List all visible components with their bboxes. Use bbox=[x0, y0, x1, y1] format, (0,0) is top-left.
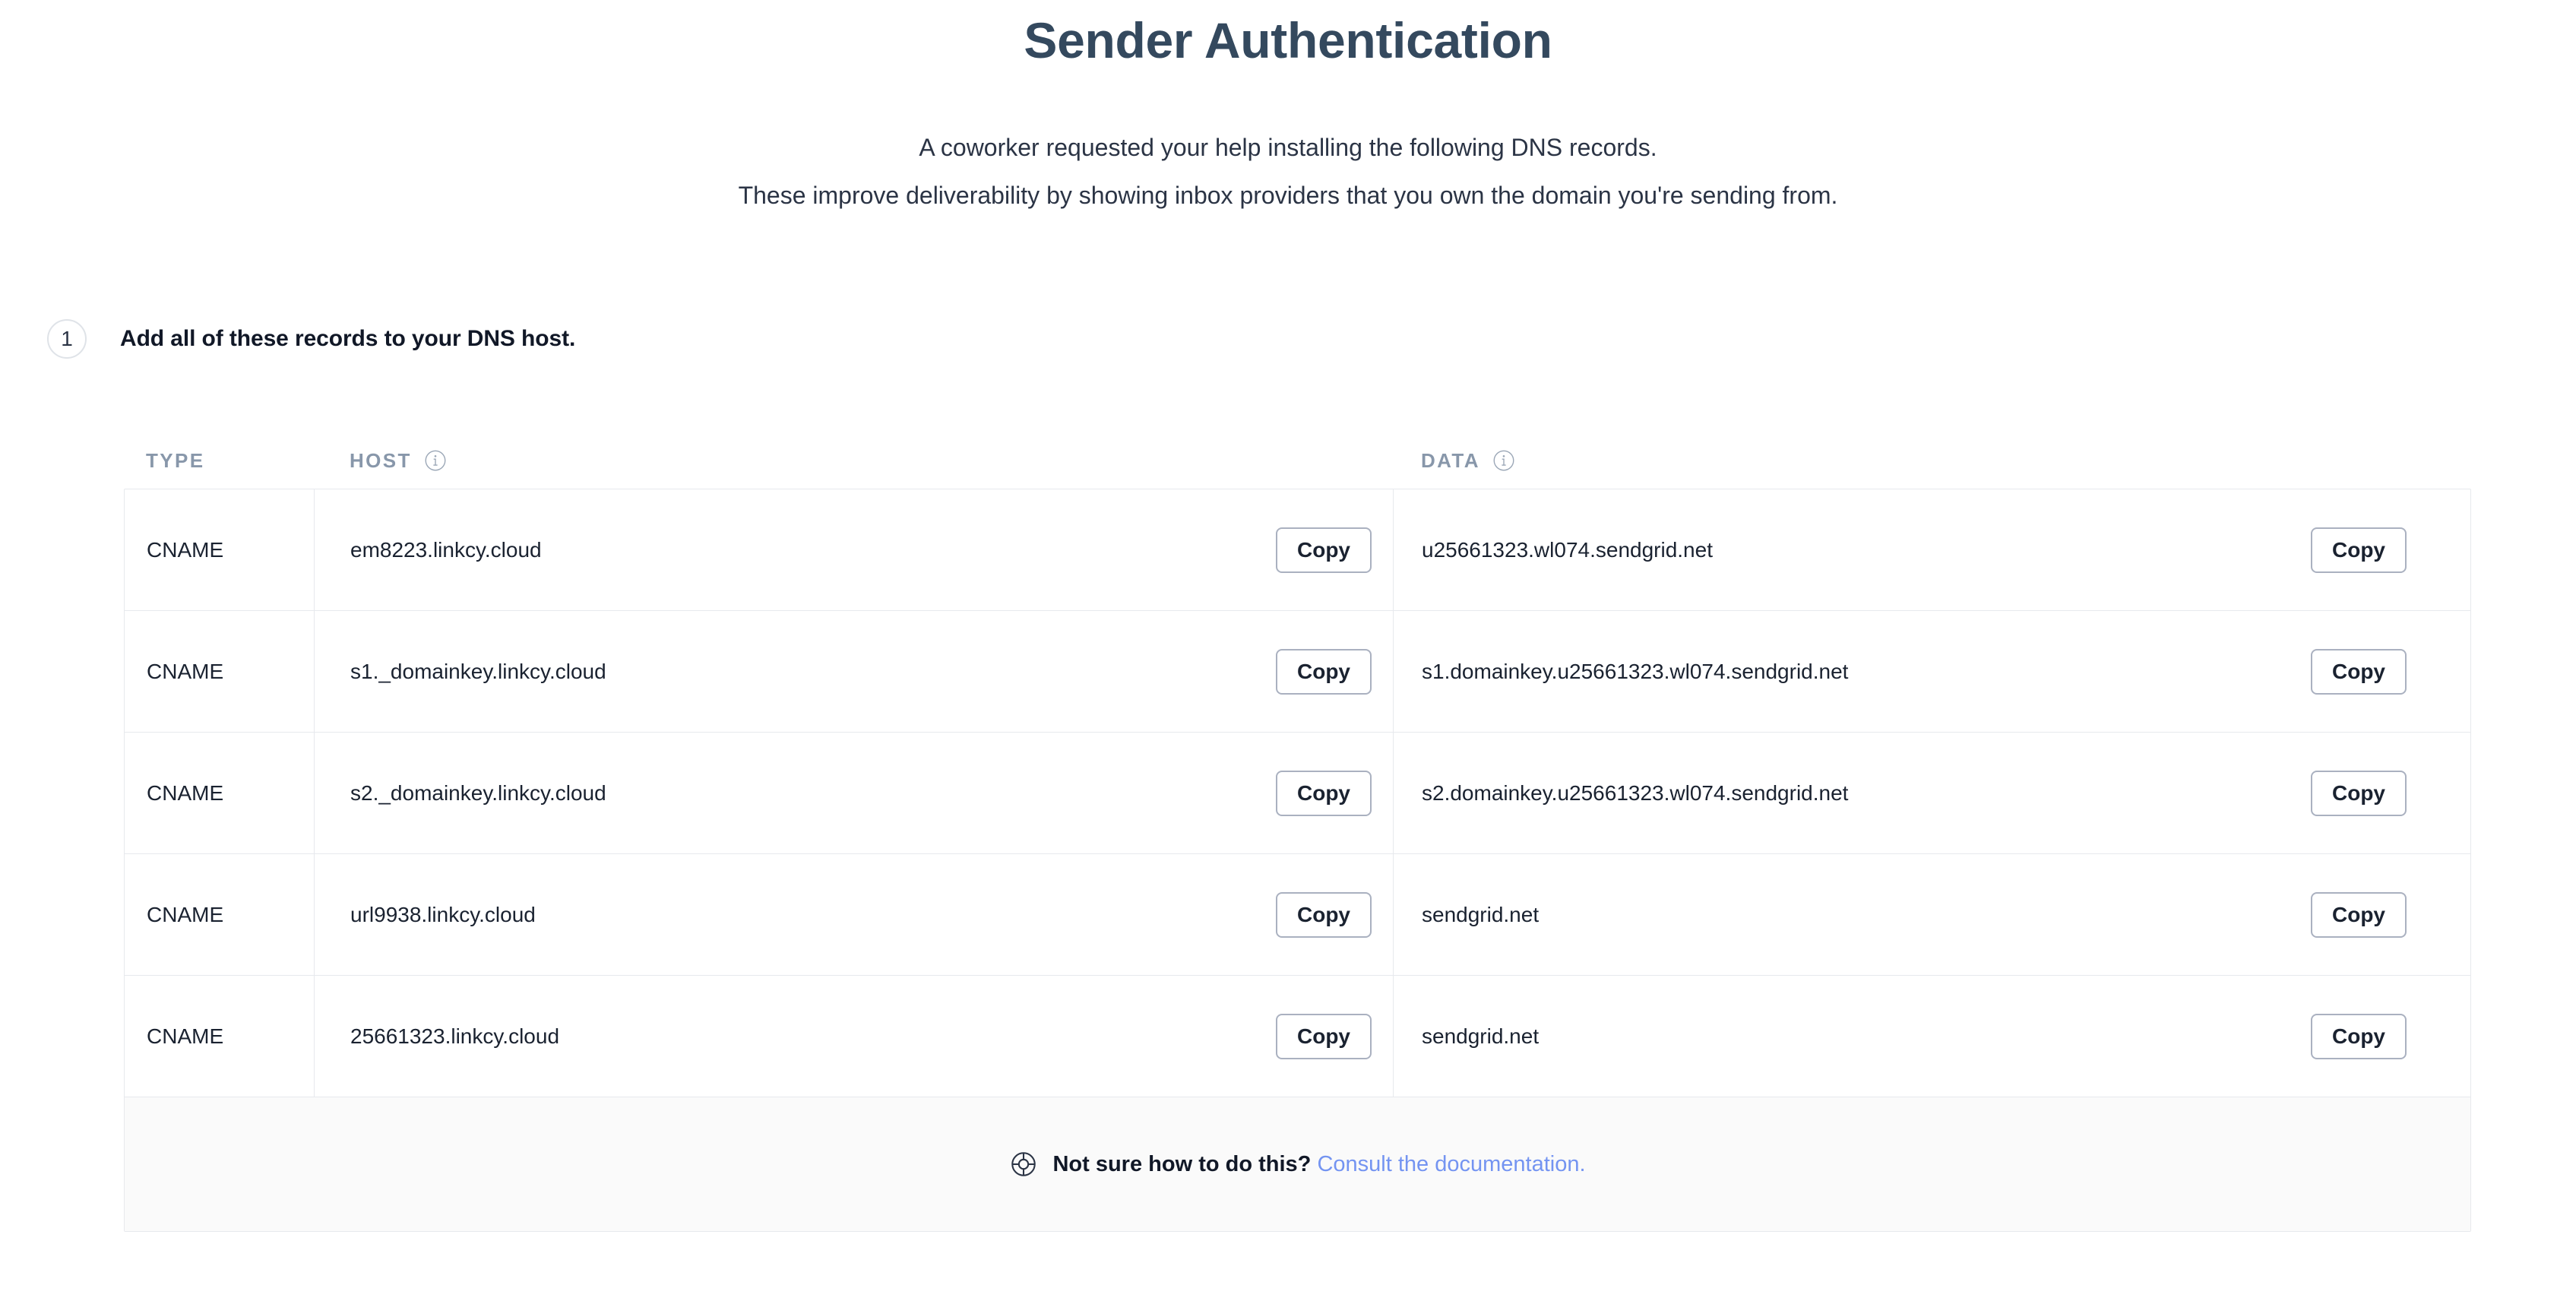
column-header-type: TYPE bbox=[124, 449, 314, 473]
table-row: CNAME s1._domainkey.linkcy.cloud Copy s1… bbox=[125, 611, 2470, 733]
dns-records-table: CNAME em8223.linkcy.cloud Copy u25661323… bbox=[124, 489, 2471, 1232]
intro-text: A coworker requested your help installin… bbox=[0, 130, 2576, 213]
step-number-badge: 1 bbox=[47, 318, 87, 359]
copy-data-button[interactable]: Copy bbox=[2311, 527, 2407, 573]
footer-question: Not sure how to do this? bbox=[1052, 1151, 1318, 1176]
record-host: 25661323.linkcy.cloud bbox=[350, 1024, 560, 1048]
cell-data: sendgrid.net Copy bbox=[1394, 854, 2470, 975]
cell-type: CNAME bbox=[125, 854, 315, 975]
table-row: CNAME 25661323.linkcy.cloud Copy sendgri… bbox=[125, 976, 2470, 1097]
record-data: s1.domainkey.u25661323.wl074.sendgrid.ne… bbox=[1422, 659, 1849, 683]
documentation-link[interactable]: Consult the documentation bbox=[1317, 1152, 1579, 1177]
cell-host: em8223.linkcy.cloud Copy bbox=[315, 489, 1394, 610]
table-row: CNAME url9938.linkcy.cloud Copy sendgrid… bbox=[125, 854, 2470, 976]
column-header-host: HOST bbox=[314, 449, 1393, 473]
column-header-host-label: HOST bbox=[350, 448, 412, 472]
table-column-headers: TYPE HOST DATA bbox=[124, 435, 2471, 489]
cell-type: CNAME bbox=[125, 489, 315, 610]
column-header-data: DATA bbox=[1393, 449, 1515, 473]
copy-data-button[interactable]: Copy bbox=[2311, 891, 2407, 938]
step-heading: 1 Add all of these records to your DNS h… bbox=[0, 318, 2576, 359]
column-header-data-label: DATA bbox=[1421, 448, 1480, 472]
copy-data-button[interactable]: Copy bbox=[2311, 648, 2407, 695]
sender-authentication-page: Sender Authentication A coworker request… bbox=[0, 0, 2576, 1301]
cell-type: CNAME bbox=[125, 976, 315, 1097]
cell-data: sendgrid.net Copy bbox=[1394, 976, 2470, 1097]
cell-type: CNAME bbox=[125, 611, 315, 732]
table-row: CNAME em8223.linkcy.cloud Copy u25661323… bbox=[125, 489, 2470, 611]
copy-host-button[interactable]: Copy bbox=[1276, 527, 1372, 573]
intro-line-2: These improve deliverability by showing … bbox=[738, 181, 1838, 209]
data-info-icon[interactable] bbox=[1492, 449, 1515, 472]
record-host: em8223.linkcy.cloud bbox=[350, 537, 542, 562]
record-data: sendgrid.net bbox=[1422, 902, 1540, 926]
copy-host-button[interactable]: Copy bbox=[1276, 770, 1372, 816]
footer-help: Not sure how to do this? Consult the doc… bbox=[1009, 1150, 1586, 1179]
cell-host: s2._domainkey.linkcy.cloud Copy bbox=[315, 733, 1394, 853]
record-data: s2.domainkey.u25661323.wl074.sendgrid.ne… bbox=[1422, 780, 1849, 805]
cell-data: s1.domainkey.u25661323.wl074.sendgrid.ne… bbox=[1394, 611, 2470, 732]
column-header-type-label: TYPE bbox=[146, 448, 205, 472]
copy-data-button[interactable]: Copy bbox=[2311, 770, 2407, 816]
intro-line-1: A coworker requested your help installin… bbox=[919, 134, 1657, 162]
footer-link-suffix: . bbox=[1579, 1151, 1586, 1176]
record-data: sendgrid.net bbox=[1422, 1024, 1540, 1048]
record-type: CNAME bbox=[147, 659, 224, 683]
cell-host: 25661323.linkcy.cloud Copy bbox=[315, 976, 1394, 1097]
record-type: CNAME bbox=[147, 902, 224, 926]
table-footer: Not sure how to do this? Consult the doc… bbox=[125, 1097, 2470, 1231]
dns-records-section: TYPE HOST DATA CNAME em8223.linkcy.cloud… bbox=[124, 435, 2471, 1232]
record-host: s1._domainkey.linkcy.cloud bbox=[350, 659, 606, 683]
copy-data-button[interactable]: Copy bbox=[2311, 1013, 2407, 1059]
record-data: u25661323.wl074.sendgrid.net bbox=[1422, 537, 1713, 562]
record-host: s2._domainkey.linkcy.cloud bbox=[350, 780, 606, 805]
cell-data: u25661323.wl074.sendgrid.net Copy bbox=[1394, 489, 2470, 610]
page-title: Sender Authentication bbox=[1024, 12, 1552, 68]
cell-host: s1._domainkey.linkcy.cloud Copy bbox=[315, 611, 1394, 732]
cell-type: CNAME bbox=[125, 733, 315, 853]
lifebuoy-icon bbox=[1009, 1150, 1038, 1179]
record-type: CNAME bbox=[147, 537, 224, 562]
cell-data: s2.domainkey.u25661323.wl074.sendgrid.ne… bbox=[1394, 733, 2470, 853]
host-info-icon[interactable] bbox=[424, 449, 447, 472]
record-host: url9938.linkcy.cloud bbox=[350, 902, 536, 926]
record-type: CNAME bbox=[147, 1024, 224, 1048]
copy-host-button[interactable]: Copy bbox=[1276, 1013, 1372, 1059]
copy-host-button[interactable]: Copy bbox=[1276, 891, 1372, 938]
copy-host-button[interactable]: Copy bbox=[1276, 648, 1372, 695]
cell-host: url9938.linkcy.cloud Copy bbox=[315, 854, 1394, 975]
step-title: Add all of these records to your DNS hos… bbox=[120, 325, 576, 351]
record-type: CNAME bbox=[147, 780, 224, 805]
table-row: CNAME s2._domainkey.linkcy.cloud Copy s2… bbox=[125, 733, 2470, 854]
